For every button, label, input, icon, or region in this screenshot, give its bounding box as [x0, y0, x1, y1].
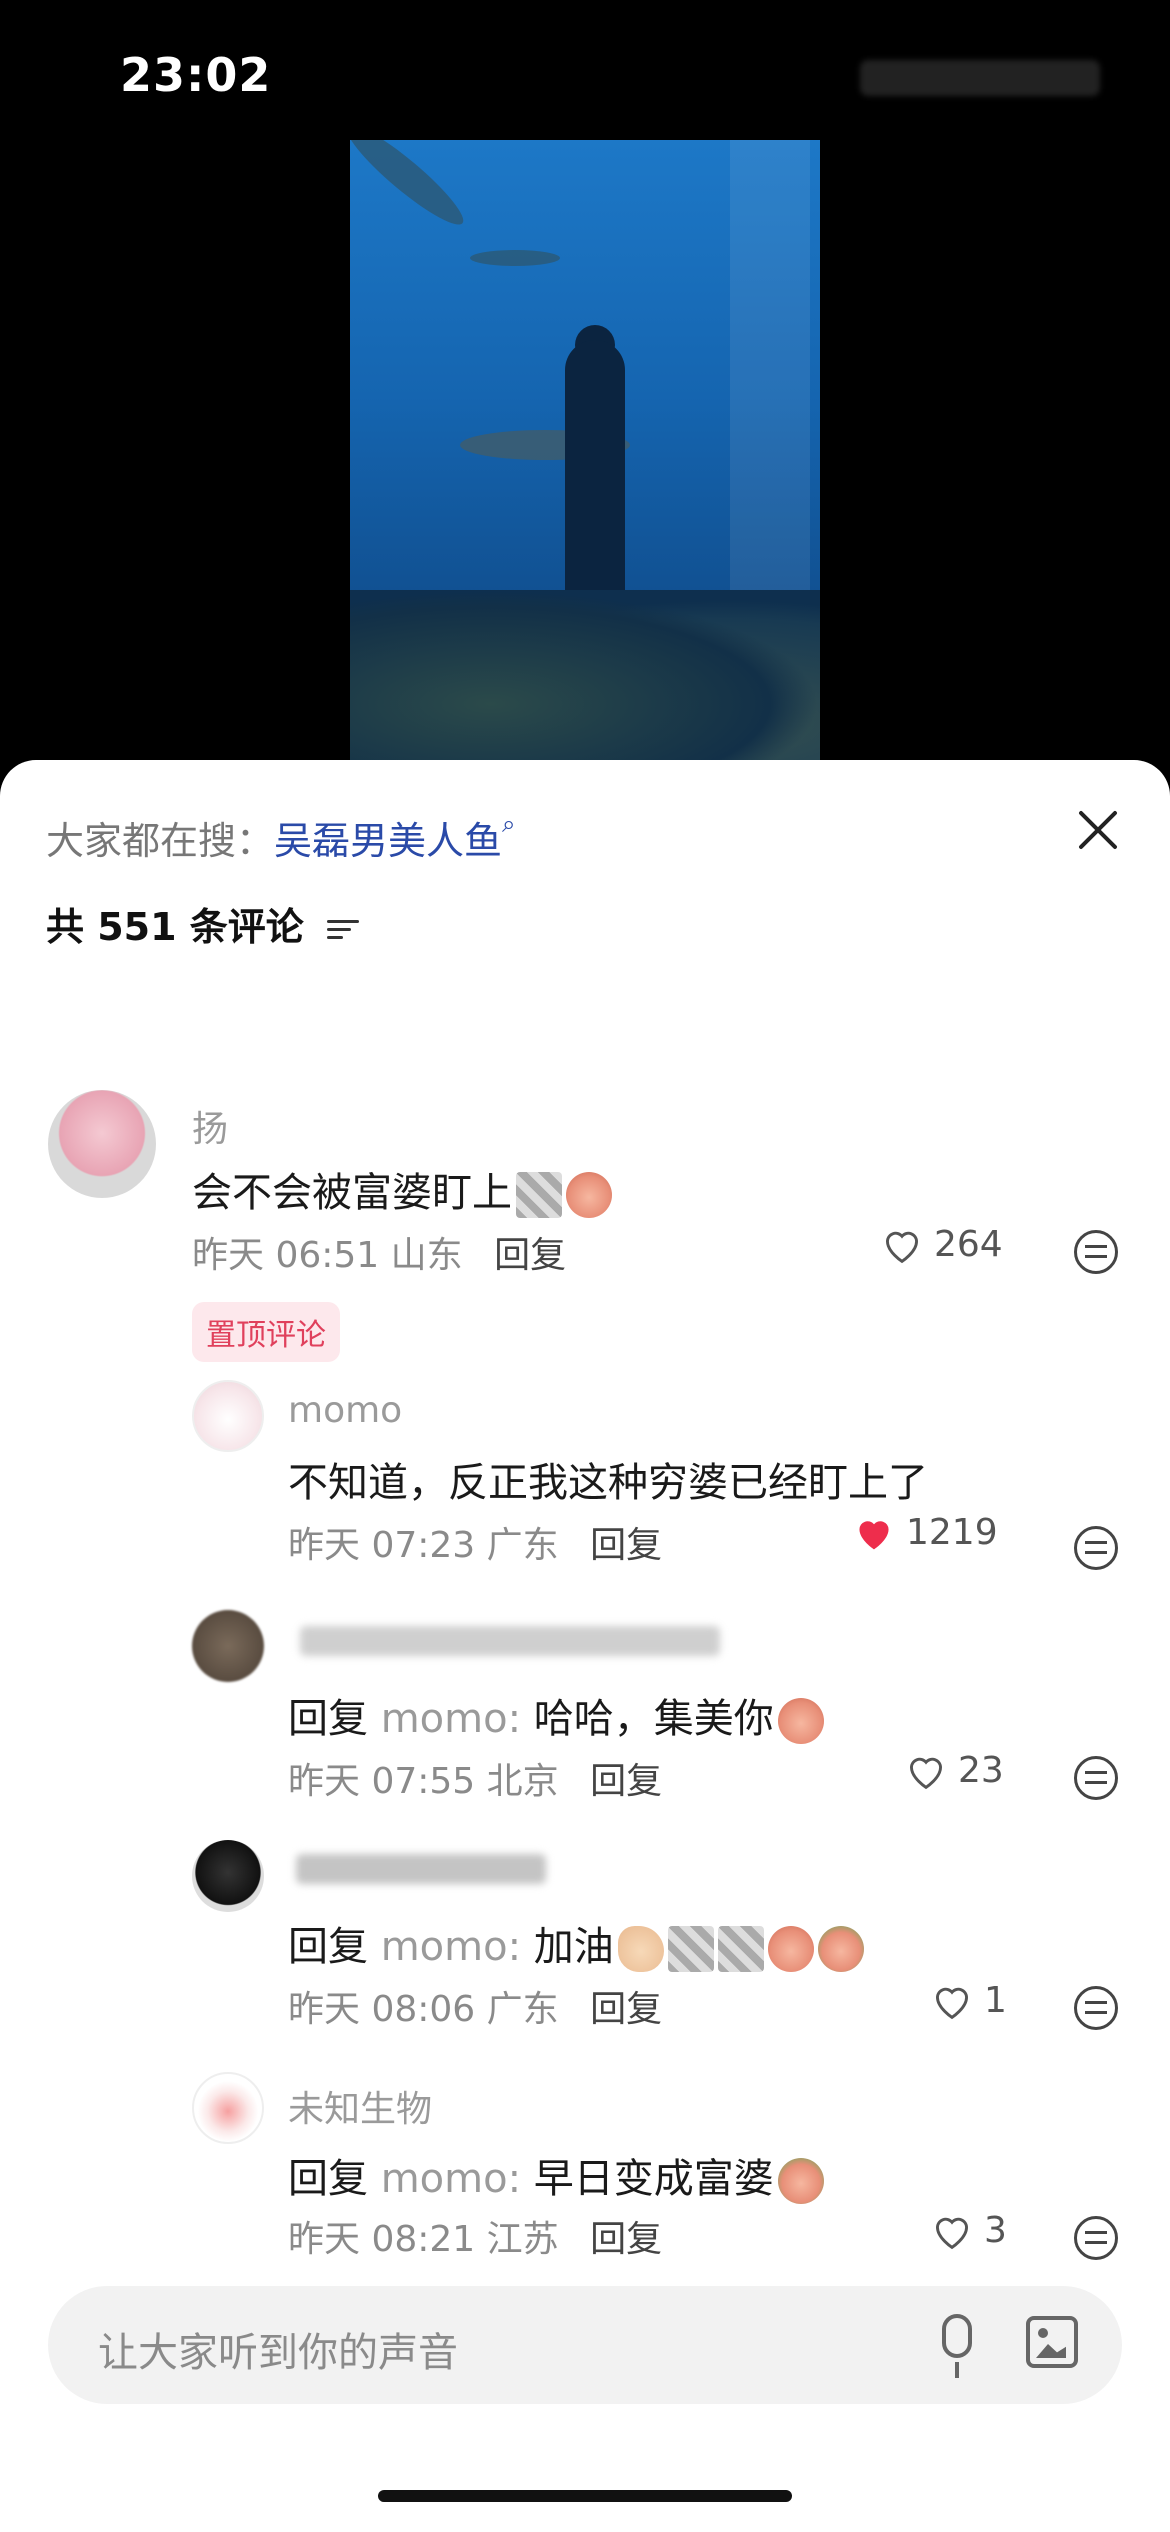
redacted-name — [300, 1626, 720, 1656]
comment-input[interactable]: 让大家听到你的声音 — [48, 2286, 1122, 2404]
comment-location: 山东 — [390, 1235, 463, 1276]
heart-icon — [935, 1987, 969, 2019]
reply-button[interactable]: 回复 — [590, 1761, 662, 1802]
reply-prefix: 回复 — [288, 1924, 368, 1970]
comment-location: 广东 — [486, 1989, 559, 2030]
emoji-react-icon[interactable] — [1074, 1526, 1118, 1570]
search-hint[interactable]: 大家都在搜：吴磊男美人鱼⌕ — [46, 810, 515, 865]
comment-author[interactable]: momo — [288, 1390, 402, 1431]
heart-icon-filled — [859, 1520, 889, 1549]
reply-prefix: 回复 — [288, 1696, 368, 1742]
pinned-badge: 置顶评论 — [192, 1302, 340, 1362]
comment-meta: 昨天 06:51 山东 回复 — [192, 1226, 566, 1278]
comment-text-content: 加油 — [533, 1924, 614, 1970]
avatar[interactable] — [192, 1610, 264, 1682]
like-button[interactable]: 1 — [930, 1980, 1007, 2021]
comment-location: 江苏 — [486, 2219, 559, 2260]
comment-author-redacted[interactable] — [296, 1852, 546, 1893]
reply-button[interactable]: 回复 — [494, 1235, 566, 1276]
reply-to-user[interactable]: momo: — [381, 1924, 521, 1970]
comment-count: 共 551 条评论 — [46, 905, 304, 949]
video-rocks — [350, 590, 820, 780]
comment-time: 昨天 07:55 — [288, 1761, 476, 1802]
comment-text-content: 早日变成富婆 — [533, 2156, 774, 2202]
video-diver — [565, 340, 625, 600]
avatar[interactable] — [192, 2072, 264, 2144]
heart-icon — [909, 1757, 943, 1789]
comment-text: 回复 momo: 加油 — [288, 1914, 864, 1972]
comment-time: 昨天 08:06 — [288, 1989, 476, 2030]
emoji-react-icon[interactable] — [1074, 2216, 1118, 2260]
comment-author-redacted[interactable] — [300, 1624, 720, 1665]
comment-time: 昨天 08:21 — [288, 2219, 476, 2260]
comment-meta: 昨天 07:55 北京 回复 — [288, 1752, 662, 1804]
image-icon[interactable] — [1026, 2316, 1078, 2368]
like-count: 264 — [934, 1224, 1003, 1265]
emoji-icon — [777, 1698, 824, 1744]
comment-text: 回复 momo: 哈哈，集美你 — [288, 1686, 824, 1744]
reply-button[interactable]: 回复 — [590, 1989, 662, 2030]
like-button[interactable]: 1219 — [852, 1512, 998, 1553]
home-indicator[interactable] — [378, 2490, 792, 2502]
search-term[interactable]: 吴磊男美人鱼 — [274, 819, 502, 863]
close-icon[interactable] — [1070, 802, 1126, 858]
comment-count-row[interactable]: 共 551 条评论 — [46, 896, 360, 951]
status-time: 23:02 — [120, 48, 272, 102]
emoji-icon — [767, 1926, 814, 1972]
like-button[interactable]: 264 — [880, 1224, 1003, 1265]
emoji-icon — [516, 1172, 562, 1218]
emoji-react-icon[interactable] — [1074, 1986, 1118, 2030]
like-count: 3 — [984, 2210, 1007, 2251]
sort-icon[interactable] — [327, 915, 360, 944]
emoji-icon — [667, 1926, 714, 1972]
comment-text: 会不会被富婆盯上 — [192, 1160, 612, 1218]
heart-icon — [935, 2217, 969, 2249]
comment-location: 北京 — [486, 1761, 559, 1802]
search-hint-prefix: 大家都在搜： — [46, 819, 275, 863]
comment-location: 广东 — [486, 1525, 559, 1566]
like-count: 1 — [984, 1980, 1007, 2021]
emoji-icon — [817, 1926, 864, 1972]
comment-author[interactable]: 扬 — [192, 1100, 228, 1152]
reply-button[interactable]: 回复 — [590, 1525, 662, 1566]
like-button[interactable]: 3 — [930, 2210, 1007, 2251]
comment-text: 回复 momo: 早日变成富婆 — [288, 2146, 824, 2204]
video-preview[interactable] — [350, 140, 820, 780]
comment-input-placeholder: 让大家听到你的声音 — [98, 2330, 458, 2376]
comment-meta: 昨天 08:06 广东 回复 — [288, 1980, 662, 2032]
avatar[interactable] — [192, 1840, 264, 1912]
reply-to-user[interactable]: momo: — [381, 1696, 521, 1742]
reply-prefix: 回复 — [288, 2156, 368, 2202]
avatar[interactable] — [48, 1090, 156, 1198]
avatar[interactable] — [192, 1380, 264, 1452]
emoji-icon — [717, 1926, 764, 1972]
like-button[interactable]: 23 — [904, 1750, 1004, 1791]
emoji-icon — [777, 2158, 824, 2204]
microphone-icon[interactable] — [942, 2314, 972, 2378]
emoji-icon — [566, 1172, 612, 1218]
reply-to-user[interactable]: momo: — [381, 2156, 521, 2202]
reply-button[interactable]: 回复 — [590, 2219, 662, 2260]
comment-meta: 昨天 08:21 江苏 回复 — [288, 2210, 662, 2262]
like-count: 23 — [958, 1750, 1004, 1791]
search-icon: ⌕ — [502, 810, 516, 838]
video-fish — [350, 140, 473, 235]
comment-text-content: 会不会被富婆盯上 — [192, 1170, 512, 1216]
comment-text: 不知道，反正我这种穷婆已经盯上了 — [288, 1450, 928, 1508]
comment-meta: 昨天 07:23 广东 回复 — [288, 1516, 662, 1568]
flexed-arm-icon — [617, 1926, 664, 1972]
comment-text-content: 不知道，反正我这种穷婆已经盯上了 — [288, 1460, 928, 1506]
comment-author[interactable]: 未知生物 — [288, 2080, 432, 2132]
status-indicators — [860, 60, 1100, 96]
comment-time: 昨天 06:51 — [192, 1235, 380, 1276]
video-fish — [470, 250, 560, 266]
emoji-react-icon[interactable] — [1074, 1230, 1118, 1274]
redacted-name — [296, 1854, 546, 1884]
like-count: 1219 — [906, 1512, 998, 1553]
comment-time: 昨天 07:23 — [288, 1525, 476, 1566]
emoji-react-icon[interactable] — [1074, 1756, 1118, 1800]
heart-icon — [885, 1231, 919, 1263]
comment-text-content: 哈哈，集美你 — [533, 1696, 774, 1742]
